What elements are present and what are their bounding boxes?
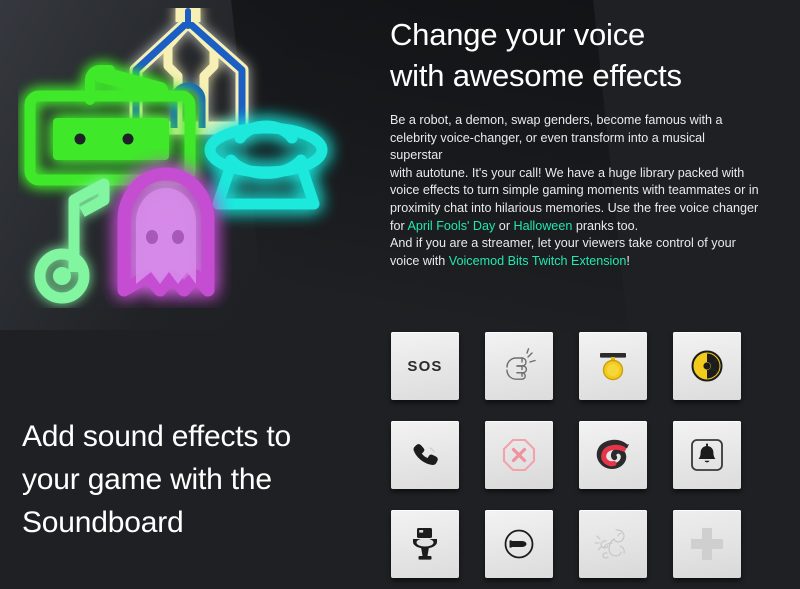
page-root: Change your voice with awesome effects B… [0,0,800,589]
pad-knock[interactable] [485,332,553,400]
neon-sticker-collage [18,8,378,308]
hero-line-4: voice effects to turn simple gaming mome… [390,183,759,198]
neon-ufo-icon [204,120,328,210]
hero-line-6: for April Fools' Day or Halloween pranks… [390,218,760,236]
neon-ghost-icon [117,167,215,297]
pranks-suffix: pranks too. [572,218,639,233]
hero-line-1: Be a robot, a demon, swap genders, becom… [390,113,723,127]
exclamation-suffix: ! [626,253,630,268]
radiation-icon [691,350,723,382]
pad-radiation[interactable] [673,332,741,400]
soundboard-grid: SOS [391,332,741,578]
pad-add[interactable] [673,510,741,578]
pad-phone-ring[interactable] [391,421,459,489]
pad-sos[interactable]: SOS [391,332,459,400]
sos-text: SOS [407,357,443,375]
page-title: Change your voice with awesome effects [390,17,682,93]
pad-swirl[interactable] [579,421,647,489]
red-swirl-icon [596,439,629,469]
for-prefix: for [390,218,408,233]
neon-radio-icon [24,65,196,186]
voice-with-prefix: voice with [390,253,449,268]
knocking-fist-icon [506,348,536,380]
pad-bullet[interactable] [485,510,553,578]
hero-line-8: voice with Voicemod Bits Twitch Extensio… [390,253,760,271]
link-halloween[interactable]: Halloween [514,219,573,233]
hero-line-2: celebrity voice-changer, or even transfo… [390,130,705,163]
hero-text-block: Change your voice with awesome effects B… [390,14,760,270]
hero-paragraph: Be a robot, a demon, swap genders, becom… [390,112,760,270]
line-doodle-icon [594,529,625,559]
soundboard-heading: Add sound effects to your game with the … [22,419,291,539]
bell-icon [691,439,723,471]
pad-doorbell[interactable] [673,421,741,489]
pad-stop-error[interactable] [485,421,553,489]
hero-line-3: with autotune. It's your call! We have a… [390,165,745,180]
pad-medal[interactable] [579,332,647,400]
link-april-fools-day[interactable]: April Fools' Day [408,219,496,233]
pad-doodle-sketch[interactable] [579,510,647,578]
gold-medal-icon [600,353,626,381]
circled-bullet-icon [504,529,534,559]
octagon-x-icon [502,438,536,472]
hero-line-5: proximity chat into hilarious memories. … [390,200,759,215]
hero-line-7: And if you are a streamer, let your view… [390,236,736,251]
pad-toilet-flush[interactable] [391,510,459,578]
link-voicemod-bits-twitch-extension[interactable]: Voicemod Bits Twitch Extension [449,254,627,268]
neon-music-note-icon [34,178,110,304]
plus-cross-icon [691,528,723,560]
or-separator: or [495,218,514,233]
toilet-icon [413,528,437,560]
telephone-icon [413,444,438,465]
